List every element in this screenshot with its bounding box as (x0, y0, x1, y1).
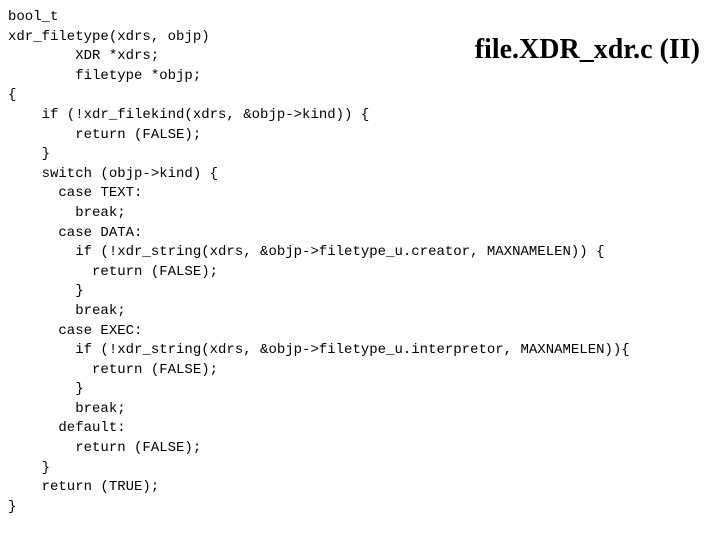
slide-title: file.XDR_xdr.c (II) (475, 30, 700, 69)
code-block: bool_t xdr_filetype(xdrs, objp) XDR *xdr… (8, 8, 712, 517)
